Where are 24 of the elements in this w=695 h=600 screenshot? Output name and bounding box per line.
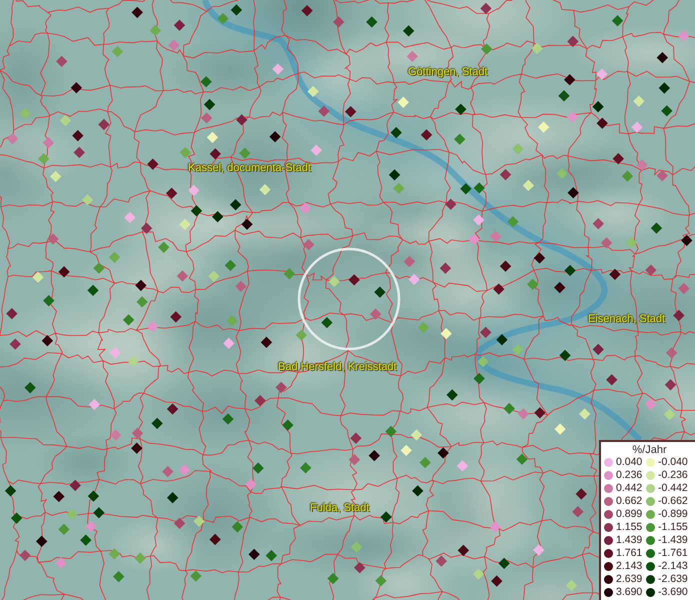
- legend-value: 3.690: [616, 586, 642, 598]
- legend-value: 2.639: [616, 573, 642, 585]
- legend-value: 1.761: [616, 547, 642, 559]
- legend-value: -0.662: [658, 495, 688, 507]
- legend-value: 0.040: [616, 456, 642, 468]
- legend-value: -0.236: [658, 469, 688, 481]
- legend-value: 0.662: [616, 495, 642, 507]
- legend-value: -3.690: [658, 586, 688, 598]
- legend-value: -0.899: [658, 508, 688, 520]
- legend-value: -2.143: [658, 560, 688, 572]
- place-label: Eisenach, Stadt: [588, 313, 666, 325]
- legend-value: -1.155: [658, 521, 688, 533]
- legend-value: -0.040: [658, 456, 688, 468]
- legend-value: 0.236: [616, 469, 642, 481]
- legend-value: 0.899: [616, 508, 642, 520]
- legend-value: 0.442: [616, 482, 642, 494]
- legend-value: 1.155: [616, 521, 642, 533]
- legend-value: 1.439: [616, 534, 642, 546]
- legend-value: -1.439: [658, 534, 688, 546]
- legend-value: -2.639: [658, 573, 688, 585]
- legend-value: -0.442: [658, 482, 688, 494]
- legend-value: -1.761: [658, 547, 688, 559]
- legend-title: %/Jahr: [631, 444, 668, 456]
- legend-value: 2.143: [616, 560, 642, 572]
